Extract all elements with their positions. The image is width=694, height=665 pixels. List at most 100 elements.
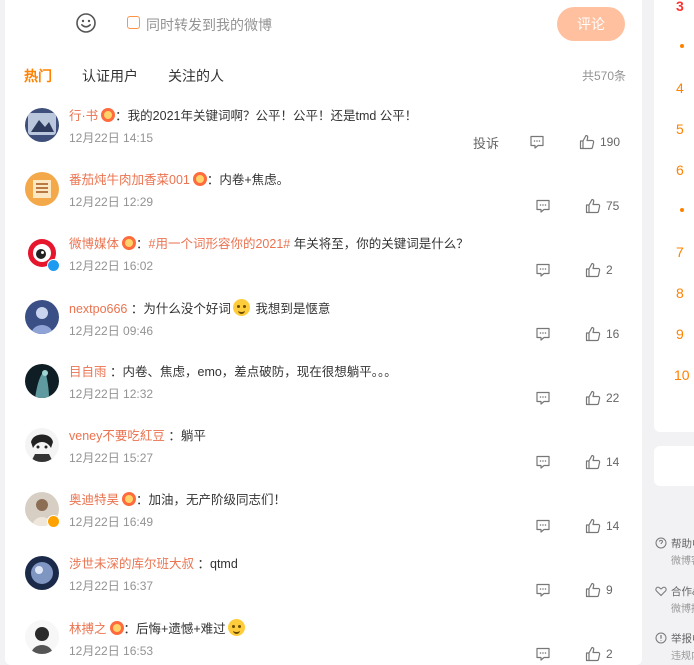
comment-total: 共570条 xyxy=(581,69,626,83)
comment-item: 林搏之 ：后悔+遗憾+难过 12月22日 16:53 2 xyxy=(5,608,642,665)
help-icon xyxy=(655,537,667,549)
comment-username[interactable]: 涉世未深的库尔班大叔 xyxy=(69,557,194,571)
rank-number[interactable]: 10 xyxy=(674,367,690,383)
reply-icon[interactable] xyxy=(535,390,551,406)
reply-icon[interactable] xyxy=(535,198,551,214)
avatar[interactable] xyxy=(25,300,59,334)
comment-username[interactable]: 林搏之 xyxy=(69,622,107,636)
like-icon xyxy=(585,326,601,342)
hot-rank-list: 3 4 5 6 7 8 9 10 xyxy=(654,0,694,432)
like-icon xyxy=(585,262,601,278)
like-count: 190 xyxy=(599,135,620,149)
reply-icon[interactable] xyxy=(535,262,551,278)
comment-username[interactable]: 行·书 xyxy=(69,109,98,123)
like-button[interactable]: 22 xyxy=(585,390,620,406)
like-button[interactable]: 190 xyxy=(579,134,620,150)
cooperation-icon xyxy=(655,586,667,597)
hashtag-link[interactable]: #用一个词形容你的2021# xyxy=(149,237,291,251)
medal-icon xyxy=(192,172,207,186)
sidebar-card xyxy=(654,446,694,486)
like-count: 16 xyxy=(606,327,620,341)
comment-text: ：躺平 xyxy=(164,429,206,443)
verified-icon xyxy=(47,515,60,528)
comment-panel: 同时转发到我的微博 评论 热门 认证用户 关注的人 共570条 行·书 ：我的20… xyxy=(5,0,642,665)
comment-item: 奥迪特昊 ：加油，无产阶级同志们！ 12月22日 16:49 14 xyxy=(5,480,642,544)
rank-number[interactable]: 5 xyxy=(676,121,684,137)
reply-icon[interactable] xyxy=(535,454,551,470)
medal-icon xyxy=(109,621,124,635)
like-button[interactable]: 14 xyxy=(585,518,620,534)
like-button[interactable]: 14 xyxy=(585,454,620,470)
comment-username[interactable]: 微博媒体 xyxy=(69,237,119,251)
comment-tabs: 热门 认证用户 关注的人 共570条 xyxy=(5,64,642,86)
tab-hot[interactable]: 热门 xyxy=(24,66,52,86)
like-icon xyxy=(585,646,601,662)
smile-icon[interactable] xyxy=(75,12,97,34)
comment-text-tail: 我想到是惬意 xyxy=(251,302,331,316)
submit-comment-button[interactable]: 评论 xyxy=(557,7,625,41)
comment-username[interactable]: 奥迪特昊 xyxy=(69,493,119,507)
like-count: 2 xyxy=(606,263,613,277)
tab-following[interactable]: 关注的人 xyxy=(168,66,224,86)
reply-icon[interactable] xyxy=(535,582,551,598)
reply-icon[interactable] xyxy=(535,646,551,662)
like-button[interactable]: 16 xyxy=(585,326,620,342)
rank-number[interactable]: 6 xyxy=(676,162,684,178)
comment-text: 年关将至，你的关键词是什么？ xyxy=(290,237,469,251)
rank-dot xyxy=(680,208,684,212)
tab-verified[interactable]: 认证用户 xyxy=(82,66,138,86)
forward-checkbox[interactable] xyxy=(127,16,140,29)
medal-icon xyxy=(101,108,116,122)
like-count: 14 xyxy=(606,519,620,533)
avatar[interactable] xyxy=(25,428,59,462)
medal-icon xyxy=(122,492,137,506)
rank-number[interactable]: 8 xyxy=(676,285,684,301)
reply-icon[interactable] xyxy=(529,134,545,150)
comment-username[interactable]: veney不要吃紅豆 xyxy=(69,429,165,443)
comment-item: veney不要吃紅豆 ：躺平 12月22日 15:27 14 xyxy=(5,416,642,480)
like-icon xyxy=(585,198,601,214)
like-count: 75 xyxy=(606,199,620,213)
like-count: 22 xyxy=(606,391,620,405)
report-center-link[interactable]: 举报中心 违规内容 xyxy=(655,631,694,663)
comment-text: ：qtmd xyxy=(194,557,238,571)
rank-dot xyxy=(680,44,684,48)
like-button[interactable]: 75 xyxy=(585,198,620,214)
like-icon xyxy=(585,454,601,470)
comment-username[interactable]: nextpo666 xyxy=(69,302,127,316)
avatar[interactable] xyxy=(25,172,59,206)
comment-item: 目自雨 ：内卷、焦虑，emo，差点破防，现在很想躺平。。。 12月22日 12:… xyxy=(5,352,642,416)
like-button[interactable]: 9 xyxy=(585,582,620,598)
comment-text: ：我的2021年关键词啊？公平！公平！还是tmd 公平！ xyxy=(115,109,418,123)
comment-list: 行·书 ：我的2021年关键词啊？公平！公平！还是tmd 公平！ 12月22日 1… xyxy=(5,96,642,665)
like-button[interactable]: 2 xyxy=(585,646,620,662)
rank-number[interactable]: 4 xyxy=(676,80,684,96)
cooperation-link[interactable]: 合作&服务 微博招聘 xyxy=(655,584,694,616)
like-icon xyxy=(579,134,595,150)
report-button[interactable]: 投诉 xyxy=(473,133,499,152)
reply-icon[interactable] xyxy=(535,518,551,534)
like-count: 2 xyxy=(606,647,613,661)
like-icon xyxy=(585,518,601,534)
like-icon xyxy=(585,582,601,598)
like-count: 9 xyxy=(606,583,613,597)
avatar[interactable] xyxy=(25,620,59,654)
comment-text: ：后悔+遗憾+难过 xyxy=(123,622,226,636)
comment-item: 涉世未深的库尔班大叔 ：qtmd 12月22日 16:37 9 xyxy=(5,544,642,608)
comment-item: 番茄炖牛肉加香菜001 ：内卷+焦虑。 12月22日 12:29 75 xyxy=(5,160,642,224)
rank-number[interactable]: 3 xyxy=(676,0,684,14)
avatar[interactable] xyxy=(25,556,59,590)
comment-username[interactable]: 番茄炖牛肉加香菜001 xyxy=(69,173,190,187)
avatar[interactable] xyxy=(25,364,59,398)
comment-item: 行·书 ：我的2021年关键词啊？公平！公平！还是tmd 公平！ 12月22日 1… xyxy=(5,96,642,160)
comment-text: ：内卷+焦虑。 xyxy=(206,173,290,187)
avatar[interactable] xyxy=(25,108,59,142)
help-center-link[interactable]: 帮助中心 微博客服 xyxy=(655,536,694,568)
report-icon xyxy=(655,632,667,644)
rank-number[interactable]: 7 xyxy=(676,244,684,260)
comment-username[interactable]: 目自雨 xyxy=(69,365,107,379)
medal-icon xyxy=(122,236,137,250)
rank-number[interactable]: 9 xyxy=(676,326,684,342)
reply-icon[interactable] xyxy=(535,326,551,342)
like-button[interactable]: 2 xyxy=(585,262,620,278)
